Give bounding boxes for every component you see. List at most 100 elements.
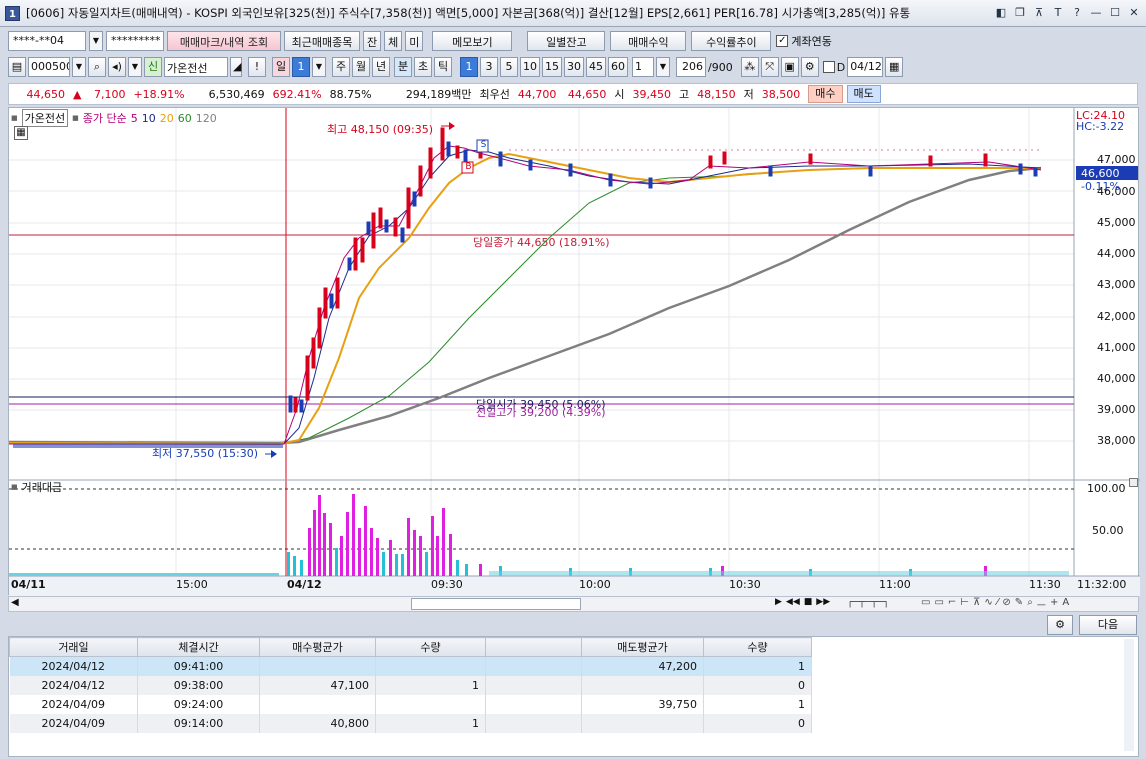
account-dropdown-icon[interactable]: ▼	[89, 31, 103, 51]
tool-candle-icon[interactable]: ⁂	[740, 57, 759, 77]
date-input[interactable]: 04/12	[847, 57, 884, 77]
interval-5-button[interactable]: 5	[500, 57, 518, 77]
help-icon[interactable]: ?	[1069, 5, 1085, 21]
executed-button[interactable]: 체	[384, 31, 403, 51]
wave-tool-icon[interactable]: ∿	[984, 597, 992, 612]
chart-stock-name[interactable]: 가온전선	[21, 109, 69, 127]
ma-20[interactable]: 20	[160, 112, 174, 125]
buy-button[interactable]: 매수	[808, 85, 843, 103]
rewind-icon[interactable]: ◀◀	[786, 597, 800, 607]
ma-5[interactable]: 5	[131, 112, 138, 125]
interval-input[interactable]: 1	[632, 57, 654, 77]
data-count-input[interactable]: 206	[676, 57, 706, 77]
tool-draw-icon[interactable]: ⤧	[760, 57, 779, 77]
trade-mark-button[interactable]: 매매마크/내역 조회	[167, 31, 281, 51]
next-button[interactable]: 다음	[1079, 615, 1137, 635]
search-icon[interactable]: ⌕	[88, 57, 106, 77]
zoom-in-icon[interactable]: +	[1050, 597, 1058, 612]
volume-pane-close-icon[interactable]	[1129, 478, 1138, 487]
interval-15-button[interactable]: 15	[542, 57, 562, 77]
trade-profit-button[interactable]: 매매수익	[610, 31, 687, 51]
layout2-icon[interactable]: ▭	[934, 597, 943, 612]
stop-icon[interactable]: ■	[804, 597, 813, 607]
layout-icon[interactable]: ◧	[993, 5, 1009, 21]
calendar-icon[interactable]: ▦	[885, 57, 904, 77]
d-checkbox[interactable]	[822, 61, 835, 73]
volume-title[interactable]: 거래대금	[22, 479, 62, 495]
password-input[interactable]: *********	[106, 31, 164, 51]
sell-marker[interactable]: S	[479, 140, 488, 150]
minimize-icon[interactable]: —	[1088, 5, 1104, 21]
price-chart-svg[interactable]	[9, 108, 1140, 596]
interval-45-button[interactable]: 45	[586, 57, 606, 77]
stock-code-input[interactable]: 000500	[28, 57, 70, 77]
table-settings-gear-icon[interactable]: ⚙	[1047, 615, 1073, 635]
account-link-checkbox[interactable]: ✓	[776, 35, 789, 47]
table-row[interactable]: 2024/04/12 09:38:00 47,100 1 0	[9, 675, 812, 695]
zoom-slider-icon[interactable]: ┌─┬─┬─┐	[847, 597, 917, 609]
font-icon[interactable]: T	[1050, 5, 1066, 21]
save-icon[interactable]: ▣	[780, 57, 799, 77]
close-icon[interactable]: ✕	[1126, 5, 1142, 21]
unexecuted-button[interactable]: 미	[405, 31, 424, 51]
col-trade-date[interactable]: 거래일	[9, 637, 138, 657]
buy-marker[interactable]: B	[464, 162, 473, 172]
account-input[interactable]: ****-**04	[8, 31, 86, 51]
interval-dropdown-icon[interactable]: ▼	[656, 57, 670, 77]
col-exec-time[interactable]: 체결시간	[137, 637, 260, 657]
day-count-dropdown-icon[interactable]: ▼	[312, 57, 326, 77]
fast-forward-icon[interactable]: ▶▶	[816, 597, 830, 607]
table-row[interactable]: 2024/04/12 09:41:00 47,200 1	[9, 656, 812, 676]
interval-30-button[interactable]: 30	[564, 57, 584, 77]
maximize-icon[interactable]: ☐	[1107, 5, 1123, 21]
cycle-tool-icon[interactable]: ⊘	[1002, 597, 1010, 612]
period-minute-button[interactable]: 분	[394, 57, 412, 77]
pin-icon[interactable]: ⊼	[1031, 5, 1047, 21]
pen-tool-icon[interactable]: ✎	[1015, 597, 1023, 612]
period-second-button[interactable]: 초	[414, 57, 432, 77]
trend-tool-icon[interactable]: ⊢	[960, 597, 969, 612]
code-list-icon[interactable]: ▤	[8, 57, 26, 77]
memo-button[interactable]: 메모보기	[432, 31, 513, 51]
stock-name-field[interactable]: 가온전선	[164, 57, 228, 77]
zoom-out-icon[interactable]: ㅡ	[1037, 597, 1046, 612]
col-sell-qty[interactable]: 수량	[703, 637, 812, 657]
col-sell-avg[interactable]: 매도평균가	[581, 637, 704, 657]
balance-button[interactable]: 잔	[363, 31, 382, 51]
period-year-button[interactable]: 년	[372, 57, 390, 77]
period-tick-button[interactable]: 틱	[434, 57, 452, 77]
table-toggle-icon[interactable]: ▦	[14, 126, 28, 140]
chart-scrollbar[interactable]: ◀ ▶ ◀◀ ■ ▶▶ ┌─┬─┬─┐ ▭ ▭ ⌐ ⊢ ⊼ ∿ ⁄ ⊘ ✎ ⌕ …	[8, 596, 1139, 612]
code-dropdown-icon[interactable]: ▼	[72, 57, 86, 77]
day-count-field[interactable]: 1	[292, 57, 310, 77]
table-scrollbar[interactable]	[1124, 639, 1134, 751]
interval-60-button[interactable]: 60	[608, 57, 628, 77]
fib-tool-icon[interactable]: ⊼	[973, 597, 980, 612]
scroll-left-icon[interactable]: ◀	[11, 597, 19, 608]
diag-tool-icon[interactable]: ⁄	[997, 597, 999, 612]
ma-60[interactable]: 60	[178, 112, 192, 125]
line-tool-icon[interactable]: ⌐	[948, 597, 956, 612]
period-day-button[interactable]: 일	[272, 57, 290, 77]
recent-stocks-button[interactable]: 최근매매종목	[284, 31, 360, 51]
period-week-button[interactable]: 주	[332, 57, 350, 77]
play-icon[interactable]: ▶	[775, 597, 782, 607]
sound-icon[interactable]: ◂)	[108, 57, 126, 77]
interval-3-button[interactable]: 3	[480, 57, 498, 77]
alert-button[interactable]: !	[248, 57, 266, 77]
magnify-icon[interactable]: ⌕	[1027, 597, 1033, 612]
font-size-icon[interactable]: A	[1062, 597, 1069, 612]
sound-dropdown-icon[interactable]: ▼	[128, 57, 142, 77]
interval-10-button[interactable]: 10	[520, 57, 540, 77]
ma-10[interactable]: 10	[142, 112, 156, 125]
table-row[interactable]: 2024/04/09 09:14:00 40,800 1 0	[9, 713, 812, 733]
col-buy-avg[interactable]: 매수평균가	[259, 637, 376, 657]
chart-area[interactable]: ■ 가온전선 ■ 종가 단순 5 10 20 60 120 ▦ 최고 48,15…	[8, 107, 1140, 596]
col-buy-qty[interactable]: 수량	[375, 637, 486, 657]
ma-120[interactable]: 120	[196, 112, 217, 125]
sell-button[interactable]: 매도	[846, 85, 881, 103]
restore-window-icon[interactable]: ❐	[1012, 5, 1028, 21]
table-row[interactable]: 2024/04/09 09:24:00 39,750 1	[9, 694, 812, 714]
scroll-thumb[interactable]	[411, 598, 581, 610]
period-month-button[interactable]: 월	[352, 57, 370, 77]
